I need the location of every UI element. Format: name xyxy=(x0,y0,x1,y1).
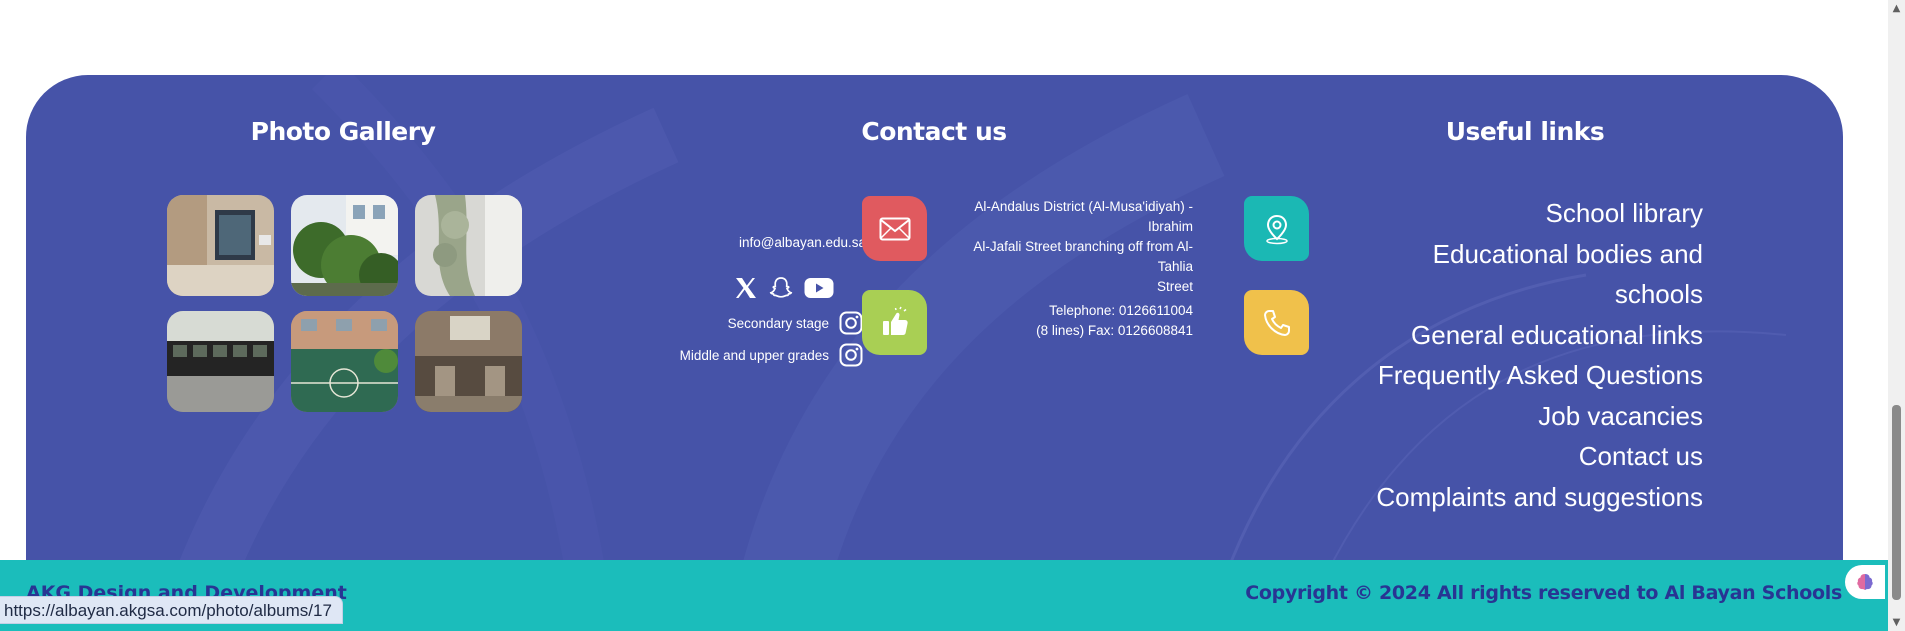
gallery-photo-computer-lab[interactable] xyxy=(167,311,274,412)
link-school-library[interactable]: School library xyxy=(1343,193,1703,234)
links-title: Useful links xyxy=(1445,117,1605,146)
instagram-icon xyxy=(839,311,863,335)
x-twitter-icon[interactable] xyxy=(734,277,758,299)
status-url-tooltip: https://albayan.akgsa.com/photo/albums/1… xyxy=(0,596,343,624)
social-tile[interactable] xyxy=(862,290,927,355)
link-general-educational[interactable]: General educational links xyxy=(1343,315,1703,356)
envelope-icon xyxy=(879,217,910,240)
instagram-middle-label: Middle and upper grades xyxy=(679,347,829,363)
photo-gallery-grid xyxy=(167,195,523,413)
contact-title: Contact us xyxy=(861,117,1007,146)
link-complaints[interactable]: Complaints and suggestions xyxy=(1343,477,1703,518)
address-text: Al-Andalus District (Al-Musa'idiyah) - I… xyxy=(956,197,1193,297)
youtube-icon[interactable] xyxy=(804,277,834,299)
email-link[interactable]: info@albayan.edu.sa xyxy=(666,233,866,253)
gallery-photo-garden[interactable] xyxy=(291,195,398,296)
thumbs-up-icon xyxy=(882,306,908,335)
address-line-3: Street xyxy=(1156,279,1193,294)
page-scrollbar[interactable]: ▲ ▼ xyxy=(1888,0,1905,631)
address-line-1: Al-Andalus District (Al-Musa'idiyah) - I… xyxy=(974,199,1193,234)
scroll-thumb[interactable] xyxy=(1892,405,1901,600)
scroll-down-icon[interactable]: ▼ xyxy=(1888,614,1905,631)
gallery-photo-basketball-court[interactable] xyxy=(291,311,398,412)
link-educational-bodies-cont[interactable]: schools xyxy=(1343,274,1703,315)
phone-tile[interactable] xyxy=(1244,290,1309,355)
map-pin-icon xyxy=(1265,214,1288,244)
copyright-text: Copyright © 2024 All rights reserved to … xyxy=(1245,582,1842,604)
instagram-secondary-row[interactable]: Secondary stage xyxy=(728,311,863,335)
instagram-secondary-label: Secondary stage xyxy=(727,315,829,331)
link-faq[interactable]: Frequently Asked Questions xyxy=(1343,355,1703,396)
social-icons-row xyxy=(734,275,834,301)
location-tile[interactable] xyxy=(1244,196,1309,261)
gallery-photo-hallway[interactable] xyxy=(167,195,274,296)
instagram-icon xyxy=(839,343,863,367)
gallery-photo-atrium[interactable] xyxy=(415,311,522,412)
footer-panel: Photo Gallery Contact us Useful links in… xyxy=(26,75,1843,575)
gallery-title: Photo Gallery xyxy=(250,117,436,146)
telephone-line: Telephone: 0126611004 xyxy=(1049,303,1193,318)
assistant-button[interactable] xyxy=(1845,565,1885,599)
phone-text: Telephone: 0126611004 (8 lines) Fax: 012… xyxy=(956,301,1193,341)
useful-links-list: School library Educational bodies and sc… xyxy=(1343,193,1703,517)
scroll-up-icon[interactable]: ▲ xyxy=(1888,0,1905,17)
fax-line: (8 lines) Fax: 0126608841 xyxy=(1036,323,1193,338)
link-job-vacancies[interactable]: Job vacancies xyxy=(1343,396,1703,437)
snapchat-icon[interactable] xyxy=(768,275,794,301)
gallery-photo-courtyard[interactable] xyxy=(415,195,522,296)
brain-icon xyxy=(1857,574,1873,590)
link-contact-us[interactable]: Contact us xyxy=(1343,436,1703,477)
instagram-middle-row[interactable]: Middle and upper grades xyxy=(680,343,863,367)
phone-icon xyxy=(1263,309,1290,336)
address-line-2: Al-Jafali Street branching off from Al-T… xyxy=(973,239,1193,274)
mail-tile[interactable] xyxy=(862,196,927,261)
link-educational-bodies[interactable]: Educational bodies and xyxy=(1343,234,1703,275)
